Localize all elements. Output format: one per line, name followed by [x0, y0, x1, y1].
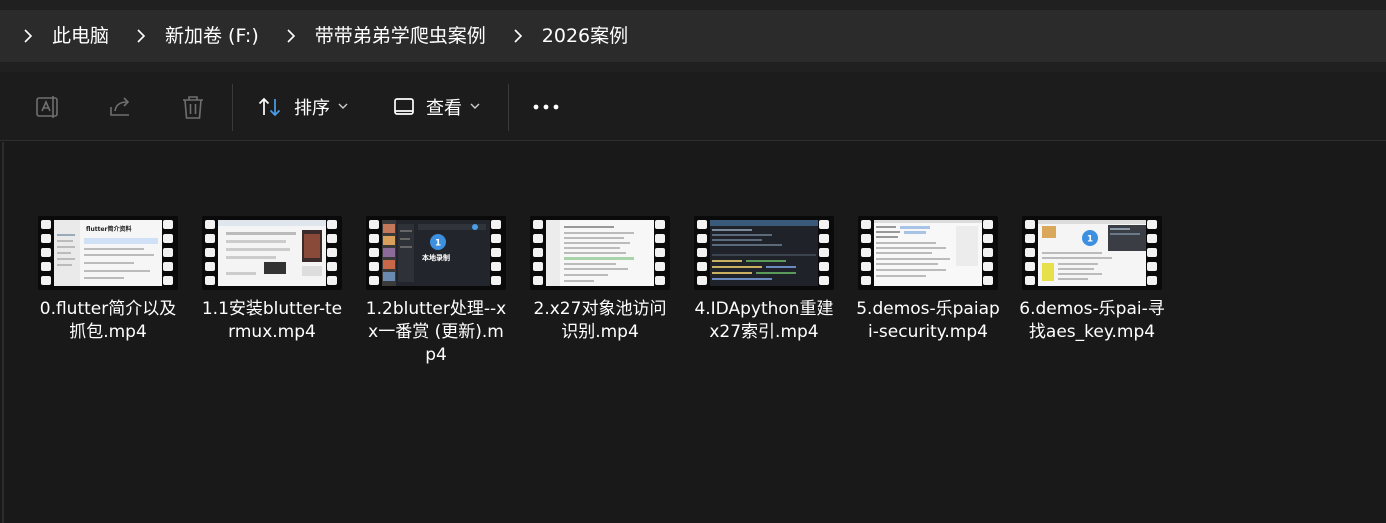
chevron-right-icon[interactable]: [131, 26, 151, 46]
sort-label: 排序: [294, 97, 330, 119]
video-frame: [546, 220, 654, 286]
thumbnail-title: 本地录制: [421, 253, 450, 262]
video-thumbnail: flutter简介资料: [38, 216, 178, 290]
file-item[interactable]: 1 本地录制 1.2blutter处理--xx一番赏 (更新).mp4: [363, 216, 509, 367]
file-item[interactable]: 4.IDApython重建x27索引.mp4: [691, 216, 837, 344]
file-name: 6.demos-乐pai-寻找aes_key.mp4: [1019, 299, 1165, 342]
film-holes: [327, 220, 339, 286]
video-frame: [874, 220, 982, 286]
breadcrumb-this-pc[interactable]: 此电脑: [52, 10, 109, 62]
breadcrumb[interactable]: 此电脑 新加卷 (F:) 带带弟弟学爬虫案例 2026案例: [0, 10, 1386, 62]
toolbar-divider: [232, 84, 233, 131]
file-item[interactable]: 1 6.demos-乐pai-寻找aes_key.mp4: [1019, 216, 1165, 344]
film-holes: [205, 220, 217, 286]
chevron-right-icon[interactable]: [281, 26, 301, 46]
video-frame: 1 本地录制: [382, 220, 490, 286]
recording-badge-number: 1: [435, 239, 441, 249]
share-icon: [110, 96, 130, 116]
file-list: flutter简介资料 0.flutter简介以及抓包.mp4 1.1安装blu…: [0, 142, 1386, 523]
trash-icon: [183, 95, 203, 119]
video-frame: [218, 220, 326, 286]
more-options-button[interactable]: [532, 72, 560, 141]
video-thumbnail: [858, 216, 998, 290]
video-frame: flutter简介资料: [54, 220, 162, 286]
video-thumbnail: 1: [1022, 216, 1162, 290]
file-item[interactable]: 2.x27对象池访问识别.mp4: [527, 216, 673, 344]
film-holes: [163, 220, 175, 286]
file-item[interactable]: 5.demos-乐paiapi-security.mp4: [855, 216, 1001, 344]
view-button[interactable]: 查看: [392, 72, 480, 141]
chevron-down-icon: [470, 103, 480, 110]
file-name: 5.demos-乐paiapi-security.mp4: [856, 299, 1000, 342]
navigation-pane-edge: [2, 142, 4, 523]
share-button[interactable]: [107, 72, 135, 141]
view-label: 查看: [426, 97, 462, 119]
film-holes: [983, 220, 995, 286]
breadcrumb-volume-f[interactable]: 新加卷 (F:): [165, 10, 259, 62]
film-holes: [1025, 220, 1037, 286]
title-strip: [0, 0, 1386, 10]
video-frame: 1: [1038, 220, 1146, 286]
rename-icon: [36, 95, 58, 118]
file-name: 1.2blutter处理--xx一番赏 (更新).mp4: [365, 299, 507, 365]
chevron-right-icon[interactable]: [508, 26, 528, 46]
delete-button[interactable]: [179, 72, 207, 141]
file-item[interactable]: 1.1安装blutter-termux.mp4: [199, 216, 345, 344]
file-name: 1.1安装blutter-termux.mp4: [201, 299, 343, 342]
film-holes: [697, 220, 709, 286]
recording-badge-number: 1: [1087, 235, 1093, 245]
breadcrumb-folder-2026[interactable]: 2026案例: [542, 10, 628, 62]
view-icon: [394, 97, 414, 115]
video-thumbnail: 1 本地录制: [366, 216, 506, 290]
sort-button[interactable]: 排序: [256, 72, 348, 141]
film-holes: [1147, 220, 1159, 286]
video-thumbnail: [694, 216, 834, 290]
breadcrumb-folder-cases[interactable]: 带带弟弟学爬虫案例: [315, 10, 486, 62]
chevron-right-icon[interactable]: [18, 26, 38, 46]
chevron-down-icon: [338, 103, 348, 110]
file-name: 4.IDApython重建x27索引.mp4: [694, 299, 834, 342]
file-item[interactable]: flutter简介资料 0.flutter简介以及抓包.mp4: [35, 216, 181, 344]
film-holes: [369, 220, 381, 286]
film-holes: [819, 220, 831, 286]
film-holes: [41, 220, 53, 286]
divider: [0, 62, 1386, 72]
file-name: 0.flutter简介以及抓包.mp4: [39, 299, 177, 342]
video-thumbnail: [202, 216, 342, 290]
film-holes: [533, 220, 545, 286]
command-bar: 排序 查看: [0, 72, 1386, 141]
file-name: 2.x27对象池访问识别.mp4: [533, 299, 667, 342]
sort-arrows-icon: [258, 97, 281, 116]
film-holes: [491, 220, 503, 286]
video-thumbnail: [530, 216, 670, 290]
rename-button[interactable]: [34, 72, 62, 141]
more-icon: [533, 104, 559, 109]
video-frame: [710, 220, 818, 286]
film-holes: [655, 220, 667, 286]
film-holes: [861, 220, 873, 286]
thumbnail-title: flutter简介资料: [86, 225, 131, 233]
toolbar-divider: [508, 84, 509, 131]
